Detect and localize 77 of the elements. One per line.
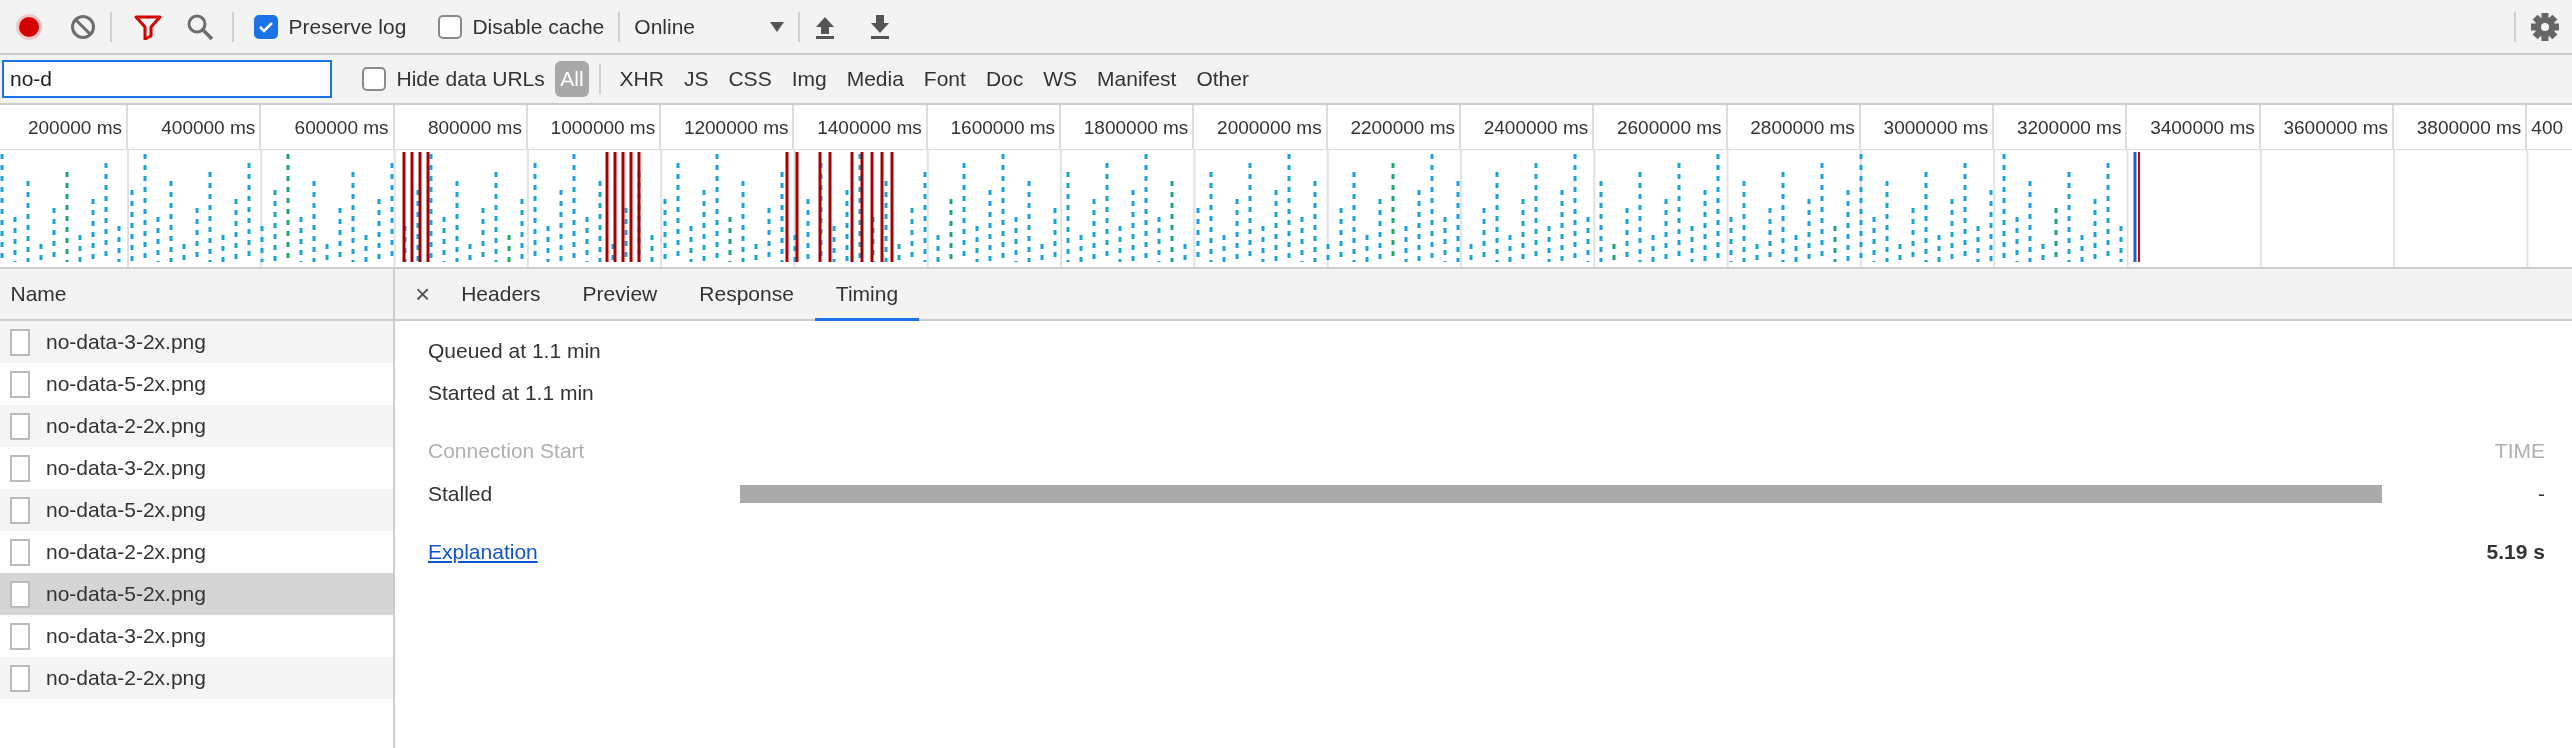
timeline-tick-label: 1200000 ms <box>683 117 789 138</box>
timeline-tick-label: 3200000 ms <box>2016 117 2122 138</box>
filter-icon[interactable] <box>134 13 162 40</box>
detail-tab[interactable]: Timing <box>814 269 920 321</box>
phase-duration: - <box>2537 481 2545 507</box>
download-icon[interactable] <box>869 14 892 39</box>
total-duration: 5.19 s <box>2486 538 2545 565</box>
request-row[interactable]: no-data-5-2x.png <box>0 573 393 615</box>
timeline-tick-label: 1400000 ms <box>817 117 922 138</box>
resource-type-filter[interactable]: CSS <box>723 61 777 97</box>
request-row[interactable]: no-data-2-2x.png <box>0 657 393 699</box>
clear-icon[interactable] <box>70 13 96 40</box>
request-row[interactable]: no-data-3-2x.png <box>0 615 393 657</box>
timeline-tick-label: 3800000 ms <box>2416 117 2522 138</box>
filter-input-field[interactable]: no-d <box>2 60 332 98</box>
file-icon <box>10 328 30 356</box>
started-time-text: Started at 1.1 min <box>428 380 595 406</box>
request-row[interactable]: no-data-2-2x.png <box>0 405 393 447</box>
detail-tab[interactable]: Headers <box>440 269 562 321</box>
disable-cache-label: Disable cache <box>472 13 605 40</box>
request-row[interactable]: no-data-5-2x.png <box>0 363 393 405</box>
disable-cache-checkbox[interactable] <box>437 14 462 39</box>
request-row[interactable]: no-data-5-2x.png <box>0 489 393 531</box>
timeline-tick-label: 3600000 ms <box>2283 117 2389 138</box>
hide-data-urls-checkbox[interactable] <box>362 67 386 91</box>
resource-type-filter[interactable]: XHR <box>614 61 669 97</box>
section-heading: Connection Start <box>428 437 585 464</box>
queued-time-text: Queued at 1.1 min <box>428 338 602 364</box>
timeline-tick-label: 600000 ms <box>294 117 389 138</box>
timeline-tick-label: 1800000 ms <box>1083 117 1189 138</box>
file-icon <box>10 538 30 566</box>
resource-type-filter[interactable]: Media <box>841 61 909 97</box>
resource-type-filter[interactable]: WS <box>1038 61 1083 97</box>
timeline-tick-label: 3400000 ms <box>2150 117 2255 138</box>
record-button[interactable] <box>14 11 44 42</box>
close-button[interactable]: × <box>395 269 441 319</box>
timeline-tick-label: 2200000 ms <box>1350 117 1455 138</box>
file-icon <box>10 370 30 398</box>
request-row[interactable]: no-data-3-2x.png <box>0 321 393 363</box>
file-icon <box>10 454 30 482</box>
file-icon <box>10 622 30 650</box>
timeline-tick-label: 2000000 ms <box>1217 117 1322 138</box>
name-column-header[interactable]: Name <box>10 278 67 310</box>
resource-type-filter[interactable]: JS <box>678 61 714 97</box>
request-row[interactable]: no-data-2-2x.png <box>0 531 393 573</box>
timeline-tick-label: 1000000 ms <box>550 117 656 138</box>
resource-type-filter[interactable]: Manifest <box>1092 61 1182 97</box>
timeline-tick-label: 400 <box>2531 117 2564 138</box>
time-column-header: TIME <box>2494 437 2545 464</box>
timeline-tick-label: 2800000 ms <box>1750 117 1855 138</box>
preserve-log-checkbox[interactable] <box>254 14 278 39</box>
detail-tab[interactable]: Response <box>678 269 815 321</box>
resource-type-filter[interactable]: Img <box>786 61 832 97</box>
timeline-tick-label: 400000 ms <box>161 117 256 138</box>
file-icon <box>10 580 30 608</box>
hide-data-urls-label: Hide data URLs <box>396 66 545 93</box>
file-icon <box>10 496 30 524</box>
detail-tab[interactable]: Preview <box>561 269 679 321</box>
timeline-tick-label: 800000 ms <box>427 117 522 138</box>
timeline-tick-label: 1600000 ms <box>950 117 1056 138</box>
phase-label: Stalled <box>428 481 494 507</box>
resource-type-filter[interactable]: Other <box>1191 61 1254 97</box>
request-row[interactable]: no-data-3-2x.png <box>0 447 393 489</box>
timeline-tick-label: 200000 ms <box>28 117 122 138</box>
preserve-log-label: Preserve log <box>288 13 407 40</box>
file-icon <box>10 412 30 440</box>
resource-type-filter[interactable]: Font <box>918 61 971 97</box>
timeline-tick-label: 2400000 ms <box>1483 117 1589 138</box>
throttling-dropdown[interactable]: Online <box>634 10 785 43</box>
settings-icon[interactable] <box>2530 11 2560 42</box>
file-icon <box>10 664 30 692</box>
search-icon[interactable] <box>186 12 214 41</box>
timeline-tick-label: 2600000 ms <box>1617 117 1722 138</box>
timeline-tick-label: 3000000 ms <box>1883 117 1989 138</box>
resource-type-filter[interactable]: Doc <box>980 61 1029 97</box>
caret-icon <box>770 21 785 32</box>
explanation-link[interactable]: Explanation <box>428 535 538 567</box>
